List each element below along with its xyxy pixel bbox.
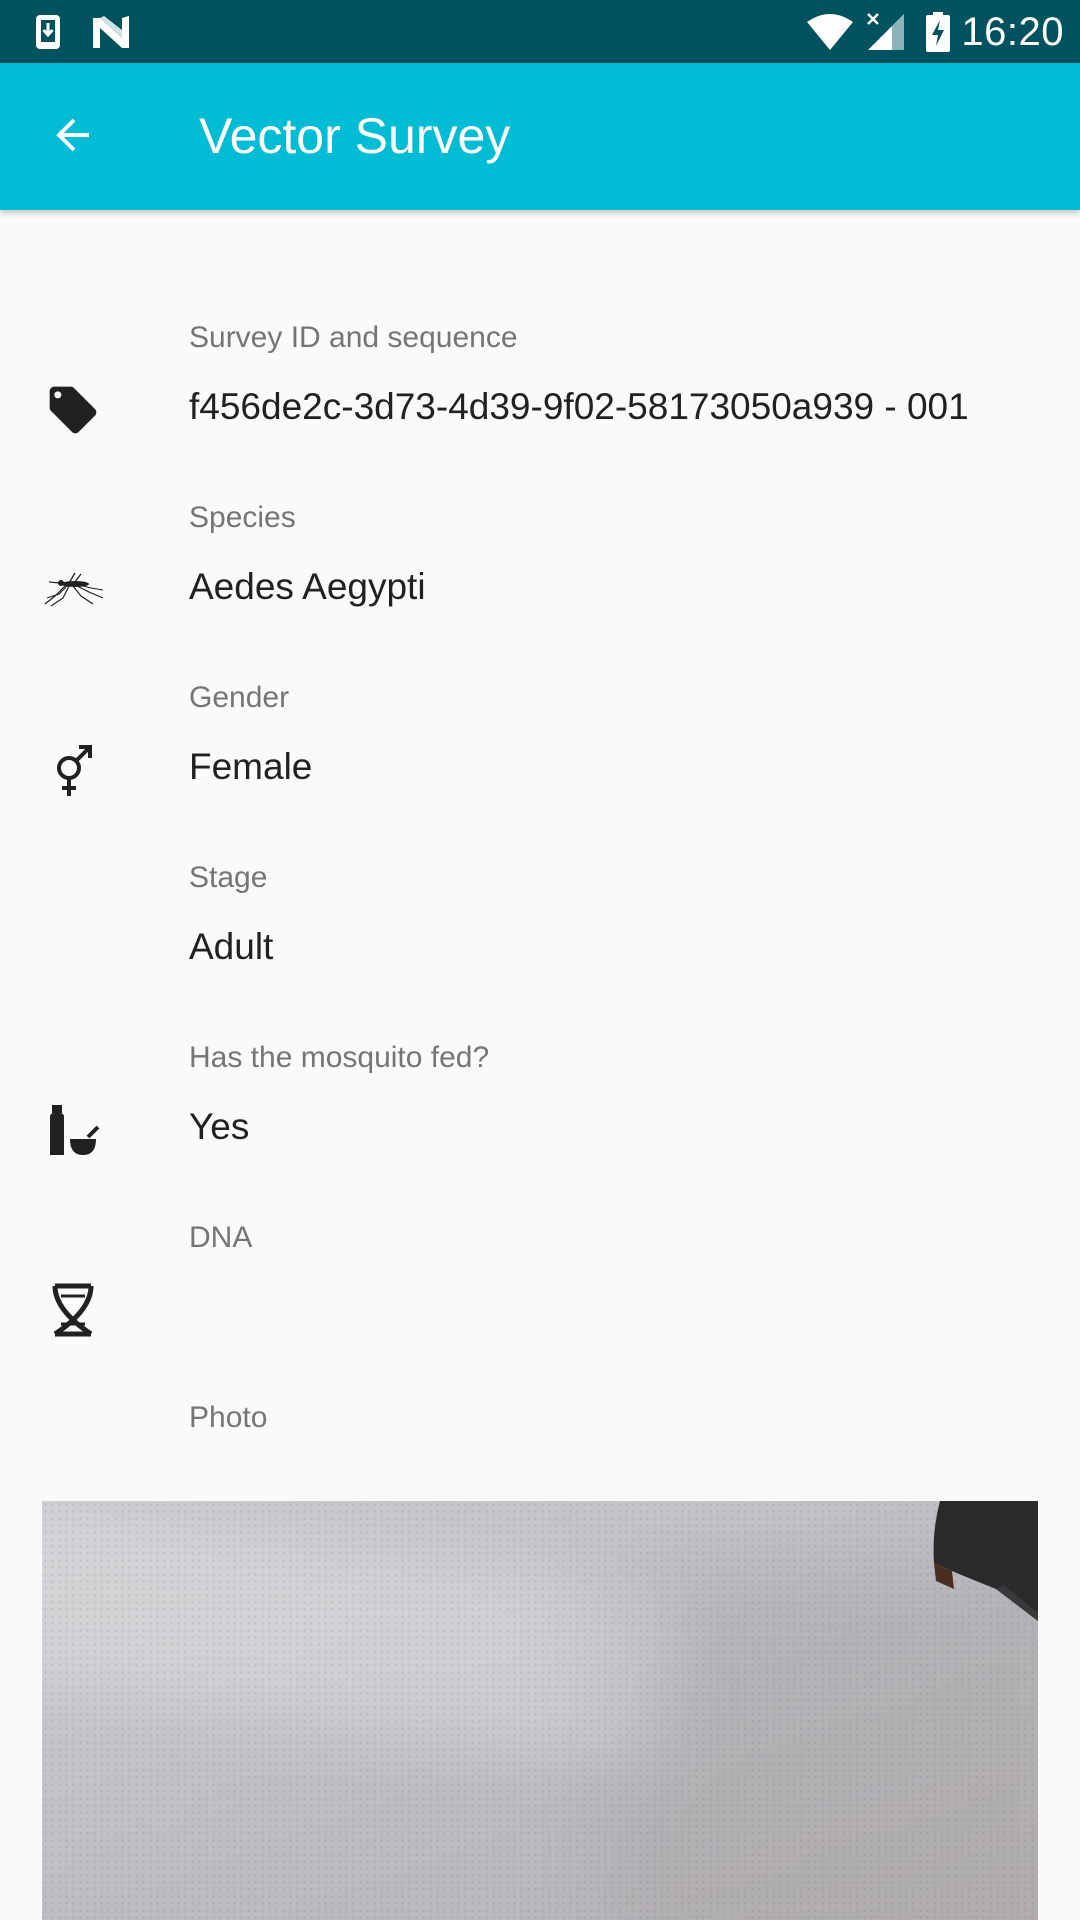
stage-label: Stage <box>189 861 268 894</box>
photo-label: Photo <box>189 1401 268 1434</box>
tag-icon <box>38 378 108 442</box>
furniture-in-photo <box>933 1501 1038 1621</box>
field-species: Species Aedes Aegypti <box>0 498 1080 678</box>
stage-value: Adult <box>189 926 274 967</box>
gender-label: Gender <box>189 681 290 714</box>
field-dna: DNA <box>0 1218 1080 1398</box>
field-fed: Has the mosquito fed? Yes <box>0 1038 1080 1218</box>
gender-icon <box>38 738 108 802</box>
gender-value: Female <box>189 746 313 787</box>
survey-photo[interactable] <box>42 1501 1038 1920</box>
mosquito-icon <box>38 558 108 622</box>
fed-value: Yes <box>189 1106 250 1147</box>
survey-detail-list: Survey ID and sequence f456de2c-3d73-4d3… <box>0 210 1080 1920</box>
back-button[interactable] <box>30 97 116 177</box>
battery-charging-icon <box>925 12 951 52</box>
field-survey-id: Survey ID and sequence f456de2c-3d73-4d3… <box>0 318 1080 498</box>
app-bar: Vector Survey <box>0 63 1080 210</box>
field-gender: Gender Female <box>0 678 1080 858</box>
bottle-and-bowl-icon <box>38 1098 108 1162</box>
species-label: Species <box>189 501 296 534</box>
dna-label: DNA <box>189 1221 253 1254</box>
status-time: 16:20 <box>961 10 1064 54</box>
dna-icon <box>38 1278 108 1342</box>
status-bar: 16:20 <box>0 0 1080 63</box>
wifi-icon <box>806 12 854 52</box>
field-photo: Photo <box>0 1398 1080 1458</box>
arrow-back-icon <box>49 111 97 164</box>
download-notification-icon <box>34 12 62 52</box>
species-value: Aedes Aegypti <box>189 566 426 607</box>
survey-id-label: Survey ID and sequence <box>189 321 518 354</box>
field-stage: Stage Adult <box>0 858 1080 1038</box>
page-title: Vector Survey <box>199 108 511 164</box>
screen: 16:20 Vector Survey Survey ID and sequen… <box>0 0 1080 1920</box>
survey-id-value: f456de2c-3d73-4d39-9f02-58173050a939 - 0… <box>189 386 969 427</box>
cell-signal-no-data-icon <box>866 12 906 52</box>
n-logo-icon <box>90 12 132 52</box>
fed-label: Has the mosquito fed? <box>189 1041 490 1074</box>
